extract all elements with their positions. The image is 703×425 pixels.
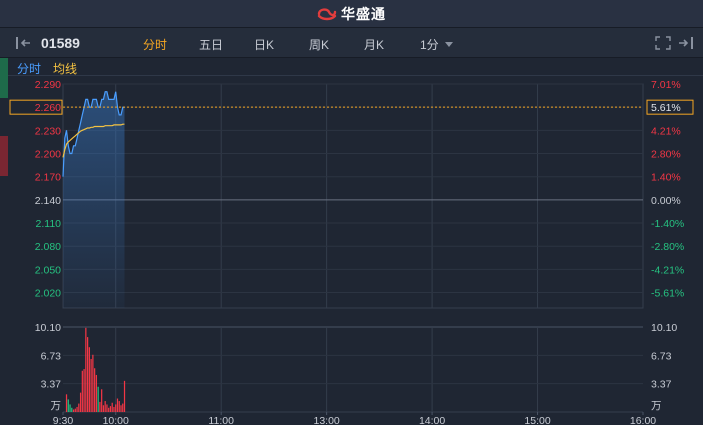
volume-bar (69, 404, 71, 412)
price-tick-label: 2.080 (35, 241, 61, 253)
volume-bar (76, 406, 78, 412)
legend-average-line: 均线 (53, 62, 78, 76)
volume-bar (106, 404, 108, 412)
volume-bar (67, 399, 69, 412)
volume-bar (122, 403, 124, 412)
volume-bar (86, 337, 89, 412)
chart-legend: 分时 均线 (0, 58, 703, 76)
volume-tick-label-right: 6.73 (651, 350, 672, 362)
volume-bar (99, 401, 101, 412)
expand-panel-icon[interactable] (678, 36, 694, 50)
legend-price-line: 分时 (17, 62, 42, 76)
tab-monthly-k[interactable]: 月K (364, 36, 384, 53)
volume-bar (65, 394, 68, 412)
volume-tick-label-right: 3.37 (651, 379, 672, 391)
price-tick-label: 2.140 (35, 195, 61, 207)
volume-bar (92, 354, 94, 412)
tab-interval-dropdown[interactable]: 1分 (420, 36, 453, 53)
stock-code: 01589 (41, 35, 80, 51)
percent-tick-label: 7.01% (651, 79, 681, 91)
current-change-label: 5.61% (651, 102, 681, 114)
volume-bar (108, 407, 110, 412)
collapse-panel-icon[interactable] (15, 36, 33, 50)
x-tick-label: 14:00 (419, 415, 445, 425)
tab-five-day[interactable]: 五日 (199, 36, 223, 53)
brand-bar: 华盛通 (0, 0, 703, 28)
tab-daily-k[interactable]: 日K (254, 36, 274, 53)
volume-tick-label-right: 10.10 (651, 322, 677, 334)
x-tick-label: 9:30 (53, 415, 74, 425)
volume-bar (97, 386, 99, 412)
price-tick-label: 2.110 (36, 218, 62, 230)
percent-tick-label: -1.40% (651, 218, 684, 230)
tab-weekly-k[interactable]: 周K (309, 36, 329, 53)
price-tick-label: 2.170 (35, 172, 61, 184)
volume-bar (71, 407, 73, 412)
current-price-label: 2.260 (35, 102, 61, 114)
percent-tick-label: 2.80% (651, 149, 681, 161)
percent-tick-label: -4.21% (651, 264, 684, 276)
tab-intraday[interactable]: 分时 (143, 36, 167, 53)
volume-bar (81, 370, 83, 412)
x-tick-label: 16:00 (630, 415, 656, 425)
volume-bar (104, 401, 106, 412)
volume-unit-label: 万 (51, 400, 62, 412)
price-panel-frame (62, 83, 644, 309)
x-tick-label: 11:00 (208, 415, 234, 425)
price-tick-label: 2.230 (35, 125, 61, 137)
price-tick-label: 2.290 (35, 79, 61, 91)
price-tick-label: 2.050 (35, 264, 61, 276)
x-tick-label: 10:00 (103, 415, 129, 425)
volume-bar (95, 374, 98, 412)
volume-tick-label: 6.73 (41, 350, 62, 362)
percent-tick-label: 4.21% (651, 125, 681, 137)
price-tick-label: 2.020 (35, 288, 61, 300)
volume-bar (79, 392, 82, 412)
x-tick-label: 15:00 (524, 415, 550, 425)
volume-bar (111, 402, 113, 412)
x-tick-label: 13:00 (313, 415, 339, 425)
volume-bar (123, 380, 126, 412)
percent-tick-label: -5.61% (651, 288, 684, 300)
chart-toolbar: 01589 分时 五日 日K 周K 月K 1分 (0, 28, 703, 58)
volume-bar (83, 369, 85, 412)
volume-unit-label-right: 万 (651, 400, 662, 412)
volume-bar (101, 389, 103, 412)
volume-bar (102, 405, 105, 412)
volume-tick-label: 3.37 (41, 379, 62, 391)
brand-logo-icon (317, 7, 337, 20)
volume-bar (94, 368, 96, 412)
volume-bar (118, 401, 120, 412)
percent-tick-label: 1.40% (651, 172, 681, 184)
volume-bar (116, 398, 119, 412)
volume-bar (72, 409, 75, 412)
percent-tick-label: 0.00% (651, 195, 681, 207)
volume-bar (90, 358, 92, 412)
volume-bar (115, 404, 117, 412)
volume-bar (74, 408, 76, 412)
volume-bar (78, 403, 80, 412)
brand-name: 华盛通 (341, 5, 386, 22)
volume-bar (120, 405, 122, 412)
volume-tick-label: 10.10 (35, 322, 61, 334)
price-tick-label: 2.200 (35, 149, 61, 161)
percent-tick-label: -2.80% (651, 241, 684, 253)
interval-label: 1分 (420, 38, 439, 52)
volume-bar (109, 406, 112, 412)
intraday-chart: 2.2907.01%2.2604.21%2.2304.21%2.2002.80%… (9, 79, 694, 425)
price-area (63, 91, 125, 308)
fullscreen-icon[interactable] (655, 36, 671, 50)
volume-bar (88, 347, 90, 412)
volume-bar (85, 327, 87, 412)
volume-bar (113, 406, 115, 412)
chevron-down-icon (444, 42, 453, 47)
